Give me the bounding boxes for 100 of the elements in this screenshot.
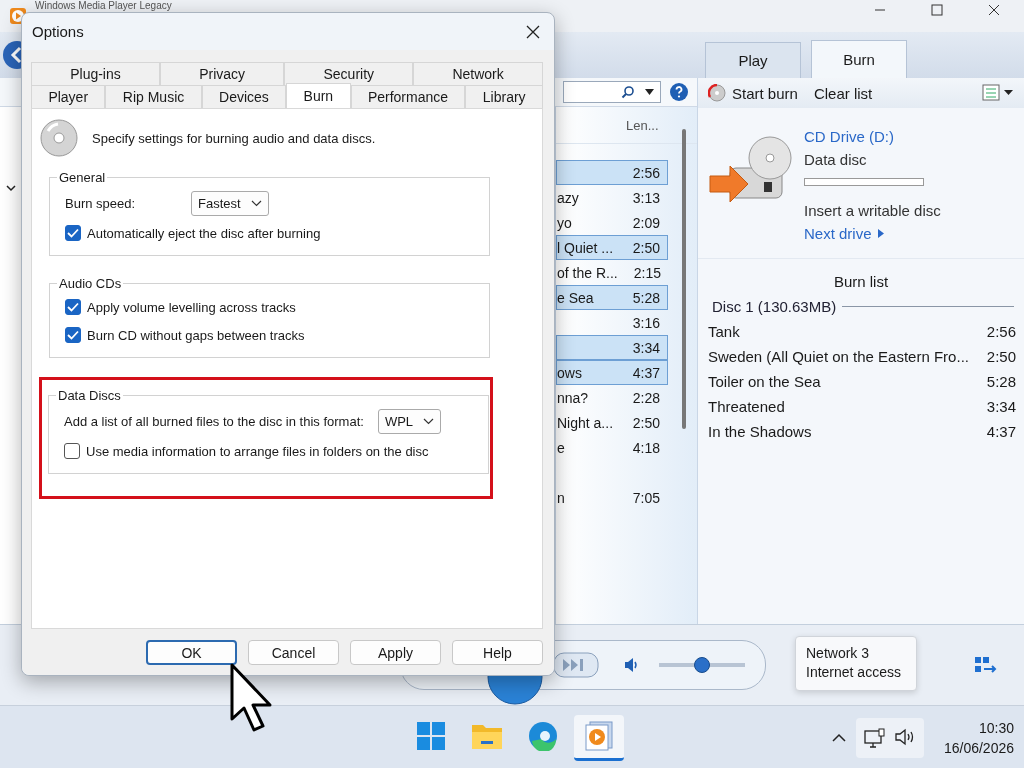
track-length: 2:50 <box>632 414 661 431</box>
track-length: 2:15 <box>633 264 661 281</box>
chevron-up-icon[interactable] <box>831 733 846 742</box>
search-field[interactable] <box>563 81 661 103</box>
track-row[interactable]: e 4:18 <box>556 435 668 460</box>
browser-icon <box>528 721 558 751</box>
tab[interactable]: Security <box>284 62 414 85</box>
windows-icon <box>416 721 446 751</box>
track-title: ows <box>557 364 582 381</box>
taskbar-app[interactable] <box>574 714 624 761</box>
dialog-button[interactable]: OK <box>146 640 237 665</box>
tab[interactable]: Plug-ins <box>31 62 160 85</box>
system-tray-button[interactable] <box>855 717 924 758</box>
speaker-icon <box>893 727 916 746</box>
track-length: 2:50 <box>632 239 661 256</box>
track-row[interactable]: nna? 2:28 <box>556 385 668 410</box>
dropdown[interactable]: WPL <box>377 408 442 434</box>
chevron-icon[interactable] <box>6 185 16 192</box>
volume-icon[interactable] <box>623 657 639 673</box>
track-length: 3:34 <box>632 339 661 356</box>
tab[interactable]: Privacy <box>160 62 285 85</box>
track-length: 5:28 <box>632 289 661 306</box>
slider-thumb[interactable] <box>694 657 710 673</box>
dialog-button[interactable]: Cancel <box>248 640 339 665</box>
track-row[interactable]: of the R... 2:15 <box>556 260 668 285</box>
track-row[interactable]: n 7:05 <box>556 485 668 510</box>
group-title: General <box>58 170 107 185</box>
window-title: Windows Media Player Legacy <box>35 0 172 11</box>
dialog-button[interactable]: Help <box>452 640 543 665</box>
tooltip-text: Internet access <box>806 664 902 680</box>
cursor-icon <box>230 663 274 733</box>
tab[interactable]: Burn <box>811 40 907 78</box>
burn-list-row[interactable]: Threatened 3:34 <box>698 394 1024 419</box>
drive-name-link[interactable]: CD Drive (D:) <box>804 128 941 145</box>
track-length: 2:56 <box>986 323 1016 340</box>
close-icon[interactable] <box>526 24 540 39</box>
burn-list-row[interactable]: Sweden (All Quiet on the Eastern Fro... 2:50 <box>698 344 1024 369</box>
track-title: Night a... <box>557 414 614 431</box>
track-length: 2:50 <box>986 348 1016 365</box>
clear-list-button[interactable]: Clear list <box>813 84 873 102</box>
clock[interactable]: 10:30 16/06/2026 <box>933 719 1014 756</box>
close-icon[interactable] <box>988 4 1000 16</box>
burn-list-row[interactable]: Tank 2:56 <box>698 319 1024 344</box>
tooltip-text: Network 3 <box>806 645 871 661</box>
disc-type: Data disc <box>804 151 868 168</box>
dialog-button[interactable]: Apply <box>350 640 441 665</box>
track-title: Toiler on the Sea <box>708 373 821 390</box>
tab[interactable]: Rip Music <box>105 85 202 108</box>
scrollbar[interactable] <box>682 129 686 429</box>
checkbox-label: Apply volume levelling across tracks <box>87 299 296 315</box>
track-length: 2:09 <box>632 214 661 231</box>
tab[interactable]: Player <box>31 85 106 108</box>
chevron-icon <box>250 199 262 207</box>
next-drive-link[interactable]: Next drive <box>804 225 941 242</box>
track-length: 4:37 <box>632 364 661 381</box>
burn-list-row[interactable]: Toiler on the Sea 5:28 <box>698 369 1024 394</box>
dropdown[interactable]: Fastest <box>191 190 269 216</box>
disc-header: Disc 1 (130.63MB) <box>712 298 837 315</box>
list-options-icon[interactable] <box>982 84 1014 102</box>
track-row[interactable]: Night a... 2:50 <box>556 410 668 435</box>
track-row[interactable]: 3:16 <box>556 310 668 335</box>
track-length: 3:34 <box>986 398 1016 415</box>
track-row[interactable]: ows 4:37 <box>556 360 668 385</box>
network-icon <box>863 727 886 748</box>
maximize-icon[interactable] <box>931 4 943 16</box>
track-length: 4:18 <box>632 439 661 456</box>
tab[interactable]: Play <box>705 42 801 78</box>
chevron-icon <box>423 417 435 425</box>
checkbox[interactable] <box>65 225 81 241</box>
time-text: 10:30 <box>978 719 1014 736</box>
checkbox[interactable] <box>65 327 81 343</box>
track-row[interactable]: yo 2:09 <box>556 210 668 235</box>
date-text: 16/06/2026 <box>943 739 1014 756</box>
track-row[interactable]: l Quiet ... 2:50 <box>556 235 668 260</box>
track-title: of the R... <box>557 264 618 281</box>
track-row[interactable]: azy 3:13 <box>556 185 668 210</box>
start-burn-button[interactable]: Start burn <box>708 84 798 102</box>
track-row[interactable]: 3:34 <box>556 335 668 360</box>
help-icon[interactable] <box>669 82 689 102</box>
track-row[interactable]: 2:56 <box>556 160 668 185</box>
burn-list-title: Burn list <box>833 273 889 290</box>
tab[interactable]: Performance <box>350 85 466 108</box>
next-button-icon[interactable] <box>553 652 599 678</box>
intro-text: Specify settings for burning audio and data discs. <box>92 130 376 146</box>
checkbox-label: Burn CD without gaps between tracks <box>87 327 305 343</box>
checkbox[interactable] <box>64 443 80 459</box>
track-length: 3:13 <box>632 189 661 206</box>
media-player-icon <box>585 721 613 751</box>
checkbox[interactable] <box>65 299 81 315</box>
tab[interactable]: Burn <box>286 83 351 108</box>
track-title: Sweden (All Quiet on the Eastern Fro... <box>708 348 969 365</box>
tab[interactable]: Devices <box>201 85 287 108</box>
drive-status: Insert a writable disc <box>804 202 941 219</box>
track-row[interactable]: e Sea 5:28 <box>556 285 668 310</box>
tab[interactable]: Network <box>413 62 543 85</box>
dropdown-arrow-icon[interactable] <box>645 89 654 95</box>
column-header[interactable]: Len... <box>626 117 659 133</box>
tab[interactable]: Library <box>465 85 543 108</box>
burn-list-row[interactable]: In the Shadows 4:37 <box>698 419 1024 444</box>
switch-view-icon[interactable] <box>974 656 998 674</box>
